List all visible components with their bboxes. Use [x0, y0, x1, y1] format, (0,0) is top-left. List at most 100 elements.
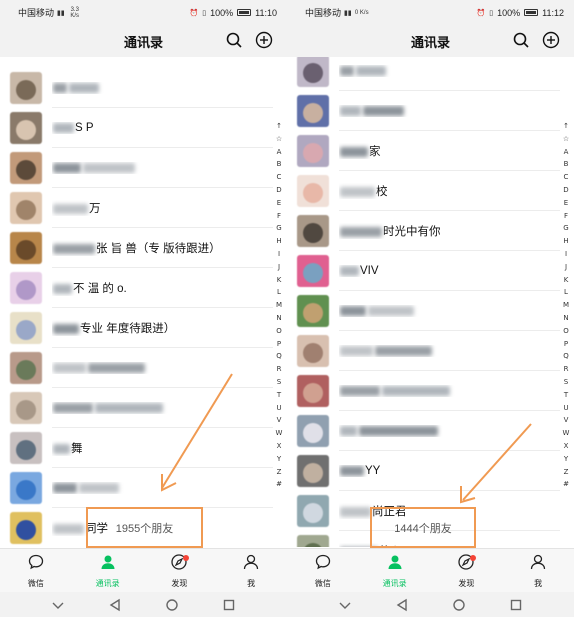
index-letter[interactable]: F — [560, 210, 572, 223]
index-letter[interactable]: ↑ — [560, 120, 572, 133]
contact-row[interactable] — [0, 148, 273, 188]
add-plus-icon[interactable] — [542, 31, 560, 49]
index-letter[interactable]: V — [560, 414, 572, 427]
contact-row[interactable]: S P — [0, 108, 273, 148]
home-circle-icon[interactable] — [452, 598, 466, 612]
alphabet-index[interactable]: ↑ ☆ A B C D E F G H I J K L M N O P Q R S T U V W X Y Z # — [273, 120, 285, 491]
contact-row[interactable] — [287, 291, 560, 331]
index-letter[interactable]: # — [273, 478, 285, 491]
index-letter[interactable]: N — [273, 312, 285, 325]
index-letter[interactable]: C — [560, 171, 572, 184]
index-letter[interactable]: Q — [560, 350, 572, 363]
contact-list[interactable]: S P万张 旨 兽（专 版待跟进）不 温 的 o. 专业 年度待跟进）舞同学 — [0, 57, 287, 547]
index-letter[interactable]: O — [273, 325, 285, 338]
index-letter[interactable]: H — [273, 235, 285, 248]
contact-row[interactable]: 不 温 的 o. — [0, 268, 273, 308]
index-letter[interactable]: G — [273, 222, 285, 235]
index-letter[interactable]: G — [560, 222, 572, 235]
chevron-down-icon[interactable] — [51, 598, 65, 612]
tab-chat-bubble[interactable]: 微信 — [0, 549, 72, 592]
back-triangle-icon[interactable] — [108, 598, 122, 612]
index-letter[interactable]: V — [273, 414, 285, 427]
add-plus-icon[interactable] — [255, 31, 273, 49]
search-icon[interactable] — [512, 31, 530, 49]
contact-row[interactable] — [287, 91, 560, 131]
index-letter[interactable]: J — [560, 261, 572, 274]
index-letter[interactable]: A — [273, 146, 285, 159]
contact-row[interactable]: 张 旨 兽（专 版待跟进） — [0, 228, 273, 268]
index-letter[interactable]: S — [273, 376, 285, 389]
contact-row[interactable] — [287, 371, 560, 411]
index-letter[interactable]: X — [273, 440, 285, 453]
tab-compass[interactable]: 发现 — [431, 549, 503, 592]
index-letter[interactable]: Z — [560, 466, 572, 479]
index-letter[interactable]: E — [273, 197, 285, 210]
index-letter[interactable]: I — [273, 248, 285, 261]
contact-row[interactable]: 家 — [287, 131, 560, 171]
index-letter[interactable]: O — [560, 325, 572, 338]
tab-contacts-person[interactable]: 通讯录 — [72, 549, 144, 592]
index-letter[interactable]: A — [560, 146, 572, 159]
index-letter[interactable]: P — [273, 338, 285, 351]
index-letter[interactable]: R — [273, 363, 285, 376]
contact-row[interactable]: YY — [287, 451, 560, 491]
contact-row[interactable]: VIV — [287, 251, 560, 291]
index-letter[interactable]: B — [273, 158, 285, 171]
contact-row[interactable] — [0, 68, 273, 108]
index-letter[interactable]: Q — [273, 350, 285, 363]
index-letter[interactable]: R — [560, 363, 572, 376]
index-letter[interactable]: ↑ — [273, 120, 285, 133]
contact-row[interactable] — [0, 388, 273, 428]
index-letter[interactable]: T — [560, 389, 572, 402]
index-letter[interactable]: F — [273, 210, 285, 223]
contact-row[interactable] — [287, 411, 560, 451]
index-letter[interactable]: D — [560, 184, 572, 197]
index-letter[interactable]: I — [560, 248, 572, 261]
index-letter[interactable]: N — [560, 312, 572, 325]
index-letter[interactable]: Y — [560, 453, 572, 466]
contact-row[interactable] — [287, 331, 560, 371]
index-letter[interactable]: E — [560, 197, 572, 210]
search-icon[interactable] — [225, 31, 243, 49]
back-triangle-icon[interactable] — [395, 598, 409, 612]
home-circle-icon[interactable] — [165, 598, 179, 612]
contact-row[interactable]: 时光中有你 — [287, 211, 560, 251]
index-letter[interactable]: J — [273, 261, 285, 274]
tab-contacts-person[interactable]: 通讯录 — [359, 549, 431, 592]
index-letter[interactable]: T — [273, 389, 285, 402]
index-letter[interactable]: M — [273, 299, 285, 312]
index-letter[interactable]: Z — [273, 466, 285, 479]
contact-row[interactable] — [0, 468, 273, 508]
tab-me-person[interactable]: 我 — [215, 549, 287, 592]
index-letter[interactable]: B — [560, 158, 572, 171]
recents-square-icon[interactable] — [509, 598, 523, 612]
contact-row[interactable]: 专业 年度待跟进） — [0, 308, 273, 348]
alphabet-index[interactable]: ↑ ☆ A B C D E F G H I J K L M N O P Q R S T U V W X Y Z # — [560, 120, 572, 491]
contact-list[interactable]: 家校时光中有你VIVYY尚正君的心 — [287, 57, 574, 547]
index-letter[interactable]: U — [273, 402, 285, 415]
contact-row[interactable] — [287, 57, 560, 91]
index-letter[interactable]: W — [273, 427, 285, 440]
contact-row[interactable] — [0, 348, 273, 388]
index-letter[interactable]: X — [560, 440, 572, 453]
contact-row[interactable]: 万 — [0, 188, 273, 228]
index-letter[interactable]: P — [560, 338, 572, 351]
index-letter[interactable]: # — [560, 478, 572, 491]
contact-row[interactable]: 舞 — [0, 428, 273, 468]
index-letter[interactable]: Y — [273, 453, 285, 466]
index-letter[interactable]: U — [560, 402, 572, 415]
index-letter[interactable]: ☆ — [273, 133, 285, 146]
index-letter[interactable]: L — [560, 286, 572, 299]
index-letter[interactable]: ☆ — [560, 133, 572, 146]
index-letter[interactable]: D — [273, 184, 285, 197]
index-letter[interactable]: S — [560, 376, 572, 389]
tab-compass[interactable]: 发现 — [144, 549, 216, 592]
index-letter[interactable]: C — [273, 171, 285, 184]
tab-me-person[interactable]: 我 — [502, 549, 574, 592]
chevron-down-icon[interactable] — [338, 598, 352, 612]
tab-chat-bubble[interactable]: 微信 — [287, 549, 359, 592]
index-letter[interactable]: L — [273, 286, 285, 299]
index-letter[interactable]: W — [560, 427, 572, 440]
index-letter[interactable]: M — [560, 299, 572, 312]
index-letter[interactable]: H — [560, 235, 572, 248]
